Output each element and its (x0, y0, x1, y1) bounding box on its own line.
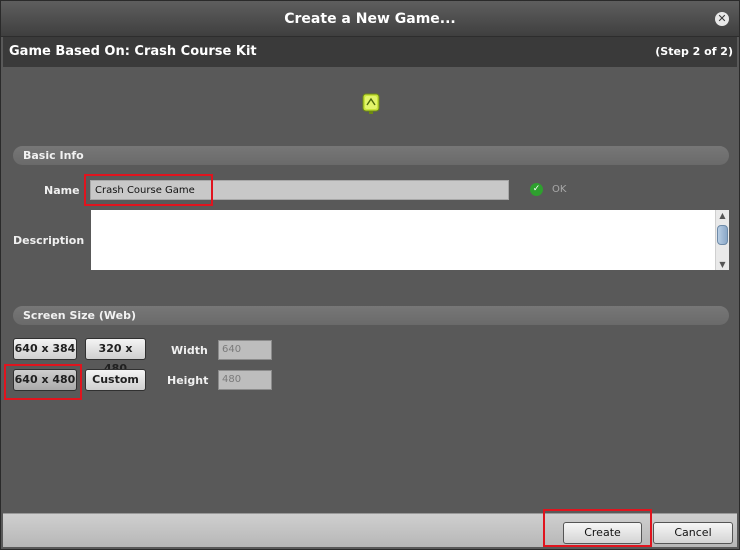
height-label: Height (167, 374, 209, 387)
create-button[interactable]: Create (563, 522, 642, 544)
size-preset-640x384[interactable]: 640 x 384 (13, 338, 77, 360)
description-field[interactable] (91, 210, 715, 270)
height-field[interactable]: 480 (218, 370, 272, 390)
ok-status: OK (552, 184, 567, 195)
size-preset-custom[interactable]: Custom (85, 369, 146, 391)
cancel-button[interactable]: Cancel (653, 522, 733, 544)
name-input[interactable] (90, 180, 509, 200)
description-scrollbar[interactable]: ▲ ▼ (715, 210, 729, 270)
crash-course-kit-icon (362, 93, 380, 114)
scroll-up-arrow-icon[interactable]: ▲ (716, 210, 729, 221)
dialog-title: Create a New Game... (284, 11, 456, 27)
size-preset-320x480[interactable]: 320 x 480 (85, 338, 146, 375)
create-game-dialog: Create a New Game... ✕ Game Based On: Cr… (0, 0, 740, 550)
step-indicator: (Step 2 of 2) (655, 45, 733, 58)
size-preset-640x480[interactable]: 640 x 480 (13, 369, 77, 391)
screen-size-heading: Screen Size (Web) (23, 309, 136, 322)
width-label: Width (171, 344, 208, 357)
dialog-footer: Create Cancel (3, 513, 737, 547)
basic-info-heading: Basic Info (23, 149, 84, 162)
screen-size-section: Screen Size (Web) (13, 306, 729, 325)
close-icon[interactable]: ✕ (715, 12, 729, 26)
width-field[interactable]: 640 (218, 340, 272, 360)
kit-title: Game Based On: Crash Course Kit (9, 44, 257, 59)
name-label: Name (44, 184, 80, 197)
title-bar: Create a New Game... ✕ (1, 1, 739, 37)
check-icon: ✓ (530, 183, 543, 196)
basic-info-section: Basic Info (13, 146, 729, 165)
description-label: Description (13, 234, 85, 247)
scroll-down-arrow-icon[interactable]: ▼ (716, 259, 729, 270)
subheader: Game Based On: Crash Course Kit (Step 2 … (3, 37, 737, 67)
scroll-thumb[interactable] (717, 225, 728, 245)
